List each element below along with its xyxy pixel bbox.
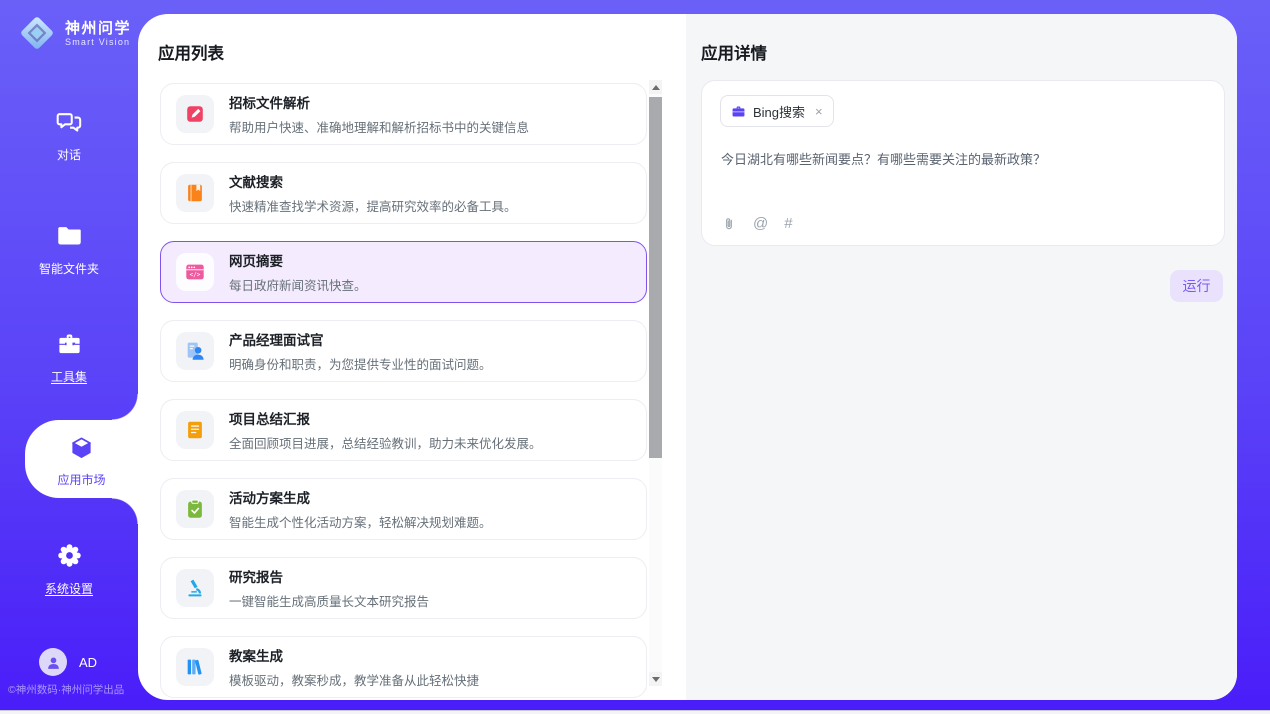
hash-icon[interactable]: # [784, 215, 792, 232]
app-card-list: 招标文件解析 帮助用户快速、准确地理解和解析招标书中的关键信息 文献搜索 快速精… [160, 83, 647, 700]
triangle-down-icon [652, 677, 660, 682]
app-detail-panel: 应用详情 Bing搜索 × 今日湖北有哪些新闻要点？有哪些需要关注的最新政策？ [686, 14, 1237, 700]
interviewer-icon [176, 332, 214, 370]
app-list-title: 应用列表 [158, 40, 224, 64]
sidebar-item-smart-folder[interactable]: 智能文件夹 [0, 222, 138, 277]
app-window: 神州问学 Smart Vision 对话 智能文件夹 [0, 0, 1270, 714]
sidebar: 神州问学 Smart Vision 对话 智能文件夹 [0, 0, 138, 710]
sidebar-item-toolset[interactable]: 工具集 [0, 330, 138, 385]
scroll-up-button[interactable] [649, 80, 662, 94]
brand-name: 神州问学 [65, 20, 131, 37]
main-panel: 应用列表 招标文件解析 帮助用户快速、准确地理解和解析招标书中的关键信息 [138, 14, 1237, 700]
bubble-curve-bottom [112, 498, 138, 524]
tool-tag-label: Bing搜索 [753, 102, 805, 121]
toolbox-icon [0, 330, 138, 362]
triangle-up-icon [652, 85, 660, 90]
brand-logo: 神州问学 Smart Vision [16, 12, 131, 54]
app-card-title: 文献搜索 [229, 171, 517, 191]
book-icon [176, 174, 214, 212]
app-card-desc: 帮助用户快速、准确地理解和解析招标书中的关键信息 [229, 117, 529, 136]
svg-text:</>: </> [190, 272, 201, 279]
sidebar-item-settings[interactable]: 系统设置 [0, 542, 138, 597]
run-button[interactable]: 运行 [1170, 270, 1223, 302]
attachment-icon[interactable] [721, 216, 737, 232]
app-detail-title: 应用详情 [701, 40, 767, 64]
tool-tag-bing-search[interactable]: Bing搜索 × [720, 95, 834, 127]
sidebar-item-label: 工具集 [0, 368, 138, 385]
sidebar-item-label: 系统设置 [0, 580, 138, 597]
user-account[interactable]: AD [39, 648, 97, 676]
close-icon[interactable]: × [815, 104, 823, 119]
app-card[interactable]: 教案生成 模板驱动，教案秒成，教学准备从此轻松快捷 [160, 636, 647, 698]
sidebar-item-label: 对话 [0, 146, 138, 163]
sidebar-item-app-market[interactable]: 应用市场 [25, 420, 138, 498]
app-card-desc: 明确身份和职责，为您提供专业性的面试问题。 [229, 354, 492, 373]
input-toolbar: @ # [721, 215, 793, 232]
app-card[interactable]: 活动方案生成 智能生成个性化活动方案，轻松解决规划难题。 [160, 478, 647, 540]
app-card[interactable]: 产品经理面试官 明确身份和职责，为您提供专业性的面试问题。 [160, 320, 647, 382]
app-card-title: 项目总结汇报 [229, 408, 542, 428]
report-note-icon [176, 411, 214, 449]
app-card-title: 教案生成 [229, 645, 479, 665]
diamond-logo-icon [16, 12, 58, 54]
doc-edit-icon [176, 95, 214, 133]
chat-icon [0, 108, 138, 140]
app-card-selected[interactable]: </> 网页摘要 每日政府新闻资讯快查。 [160, 241, 647, 303]
person-icon [45, 654, 62, 671]
user-initials: AD [79, 655, 97, 670]
app-card-title: 产品经理面试官 [229, 329, 492, 349]
sidebar-item-chat[interactable]: 对话 [0, 108, 138, 163]
brand-subtitle: Smart Vision [65, 37, 131, 47]
prompt-card: Bing搜索 × 今日湖北有哪些新闻要点？有哪些需要关注的最新政策？ @ # [701, 80, 1225, 246]
app-list-scrollbar[interactable] [649, 80, 662, 686]
folder-icon [0, 222, 138, 254]
app-card-desc: 每日政府新闻资讯快查。 [229, 275, 367, 294]
app-card-title: 研究报告 [229, 566, 429, 586]
app-card[interactable]: 文献搜索 快速精准查找学术资源，提高研究效率的必备工具。 [160, 162, 647, 224]
avatar [39, 648, 67, 676]
sidebar-item-label: 智能文件夹 [0, 260, 138, 277]
sidebar-item-label: 应用市场 [25, 471, 138, 488]
microscope-icon [176, 569, 214, 607]
app-card-desc: 智能生成个性化活动方案，轻松解决规划难题。 [229, 512, 492, 531]
app-card-desc: 模板驱动，教案秒成，教学准备从此轻松快捷 [229, 670, 479, 689]
gear-icon [0, 542, 138, 574]
app-card-desc: 全面回顾项目进展，总结经验教训，助力未来优化发展。 [229, 433, 542, 452]
mention-icon[interactable]: @ [753, 215, 768, 232]
browser-code-icon: </> [176, 253, 214, 291]
window-bottom-edge [0, 710, 1270, 714]
app-card-title: 网页摘要 [229, 250, 367, 270]
app-card-desc: 快速精准查找学术资源，提高研究效率的必备工具。 [229, 196, 517, 215]
app-card[interactable]: 项目总结汇报 全面回顾项目进展，总结经验教训，助力未来优化发展。 [160, 399, 647, 461]
app-card[interactable]: 研究报告 一键智能生成高质量长文本研究报告 [160, 557, 647, 619]
app-card-desc: 一键智能生成高质量长文本研究报告 [229, 591, 429, 610]
app-card-title: 招标文件解析 [229, 92, 529, 112]
app-card[interactable]: 招标文件解析 帮助用户快速、准确地理解和解析招标书中的关键信息 [160, 83, 647, 145]
app-card-title: 活动方案生成 [229, 487, 492, 507]
scroll-down-button[interactable] [649, 672, 662, 686]
clipboard-check-icon [176, 490, 214, 528]
prompt-input[interactable]: 今日湖北有哪些新闻要点？有哪些需要关注的最新政策？ [721, 149, 1201, 168]
bubble-curve-top [112, 394, 138, 420]
cube-icon [25, 435, 138, 467]
books-icon [176, 648, 214, 686]
scrollbar-thumb[interactable] [649, 97, 662, 458]
copyright-footer: ©神州数码·神州问学出品 [8, 682, 158, 697]
briefcase-icon [731, 104, 746, 119]
